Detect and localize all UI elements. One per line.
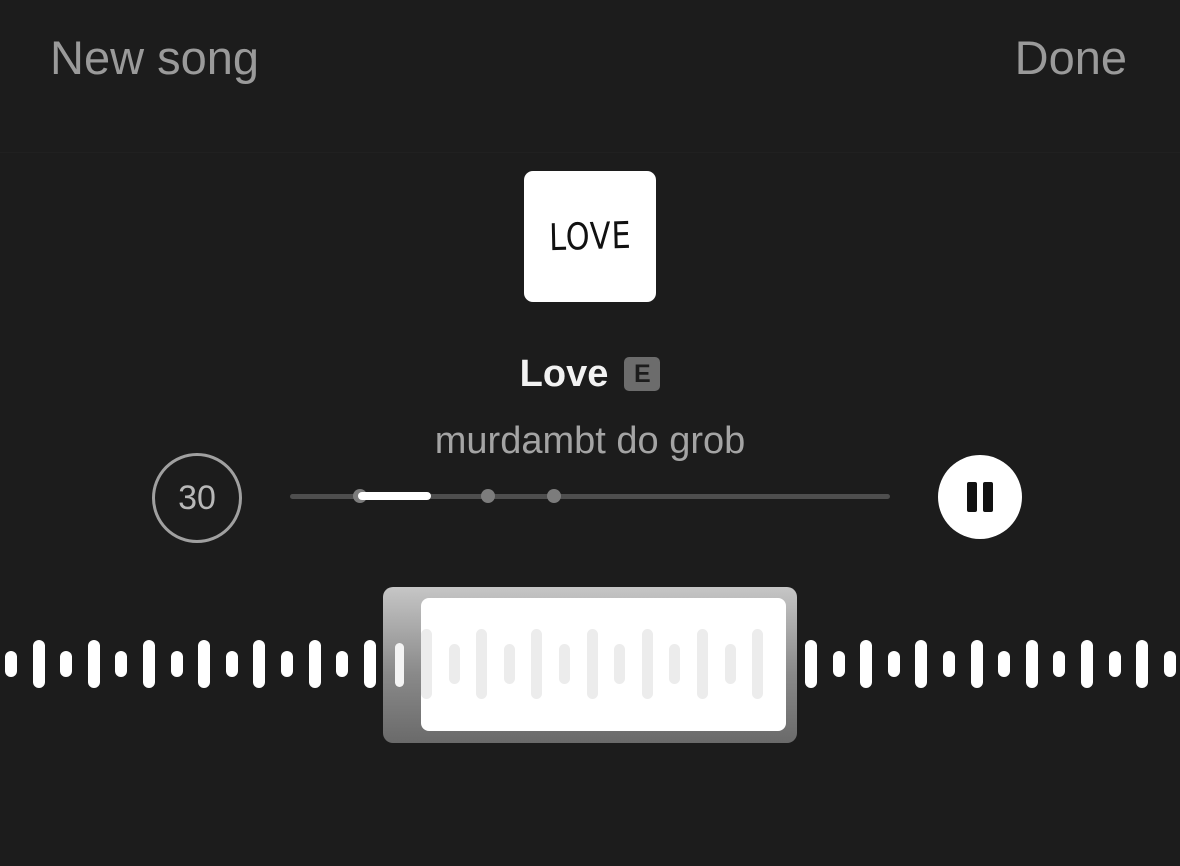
- waveform-bar: [87, 640, 100, 688]
- selection-waveform-bar: [669, 644, 681, 684]
- clip-selection-window[interactable]: [383, 587, 797, 743]
- waveform-bar: [308, 640, 321, 688]
- waveform-bar: [5, 651, 17, 677]
- waveform-bar: [943, 651, 955, 677]
- waveform-bar: [336, 651, 349, 677]
- waveform-bar: [143, 640, 155, 688]
- track-marker: [481, 489, 495, 503]
- waveform-bar: [970, 640, 983, 688]
- selection-waveform-bar: [752, 629, 764, 699]
- selection-handle[interactable]: [395, 643, 404, 687]
- top-bar: New song Done: [0, 0, 1180, 153]
- selection-waveform-bar: [641, 629, 653, 699]
- waveform-bar: [363, 640, 376, 688]
- album-art-text: LOVE: [548, 213, 632, 260]
- selection-waveform-bar: [586, 629, 598, 699]
- waveform-bar: [253, 640, 266, 688]
- selection-waveform-bar: [421, 629, 432, 699]
- waveform-bar: [805, 640, 817, 688]
- selection-waveform-bar: [448, 644, 460, 684]
- waveform-bar: [1053, 651, 1066, 677]
- title-row: Love E: [0, 348, 1180, 400]
- new-song-button[interactable]: New song: [50, 30, 259, 86]
- pause-icon-bar: [983, 482, 993, 512]
- waveform-bar: [1081, 640, 1093, 688]
- waveform-bar: [60, 651, 73, 677]
- waveform-bar: [1025, 640, 1038, 688]
- waveform-bar: [1163, 651, 1176, 677]
- waveform-bar: [915, 640, 928, 688]
- waveform-bar: [198, 640, 211, 688]
- waveform-bar: [1108, 651, 1121, 677]
- selection-waveform-bar: [724, 644, 736, 684]
- album-art: LOVE: [524, 171, 656, 302]
- waveform-bar: [1136, 640, 1149, 688]
- selection-waveform-bar: [697, 629, 708, 699]
- done-button[interactable]: Done: [1015, 30, 1127, 86]
- selection-waveform-bar: [614, 644, 626, 684]
- explicit-badge: E: [624, 357, 661, 391]
- waveform-bar: [860, 640, 873, 688]
- track-marker: [547, 489, 561, 503]
- selection-waveform-bar: [559, 644, 570, 684]
- clip-duration-button[interactable]: 30: [152, 453, 242, 543]
- waveform-bar: [170, 651, 183, 677]
- waveform-bar: [281, 651, 293, 677]
- selection-waveform-bar: [503, 644, 515, 684]
- selection-waveform-bar: [476, 629, 488, 699]
- clip-duration-label: 30: [178, 478, 216, 517]
- waveform-bar: [32, 640, 45, 688]
- pause-button[interactable]: [938, 455, 1022, 539]
- progress-track[interactable]: [290, 489, 890, 503]
- waveform-bar: [887, 651, 900, 677]
- waveform-bar: [832, 651, 845, 677]
- waveform-bar: [225, 651, 238, 677]
- waveform-bar: [115, 651, 128, 677]
- selection-waveform-bar: [531, 629, 543, 699]
- song-editor: New song Done LOVE Love E murdambt do gr…: [0, 0, 1180, 866]
- pause-icon: [967, 482, 977, 512]
- song-title: Love: [519, 352, 609, 395]
- waveform-bar: [998, 651, 1011, 677]
- progress-fill: [358, 492, 431, 500]
- selection-waveform: [421, 598, 786, 731]
